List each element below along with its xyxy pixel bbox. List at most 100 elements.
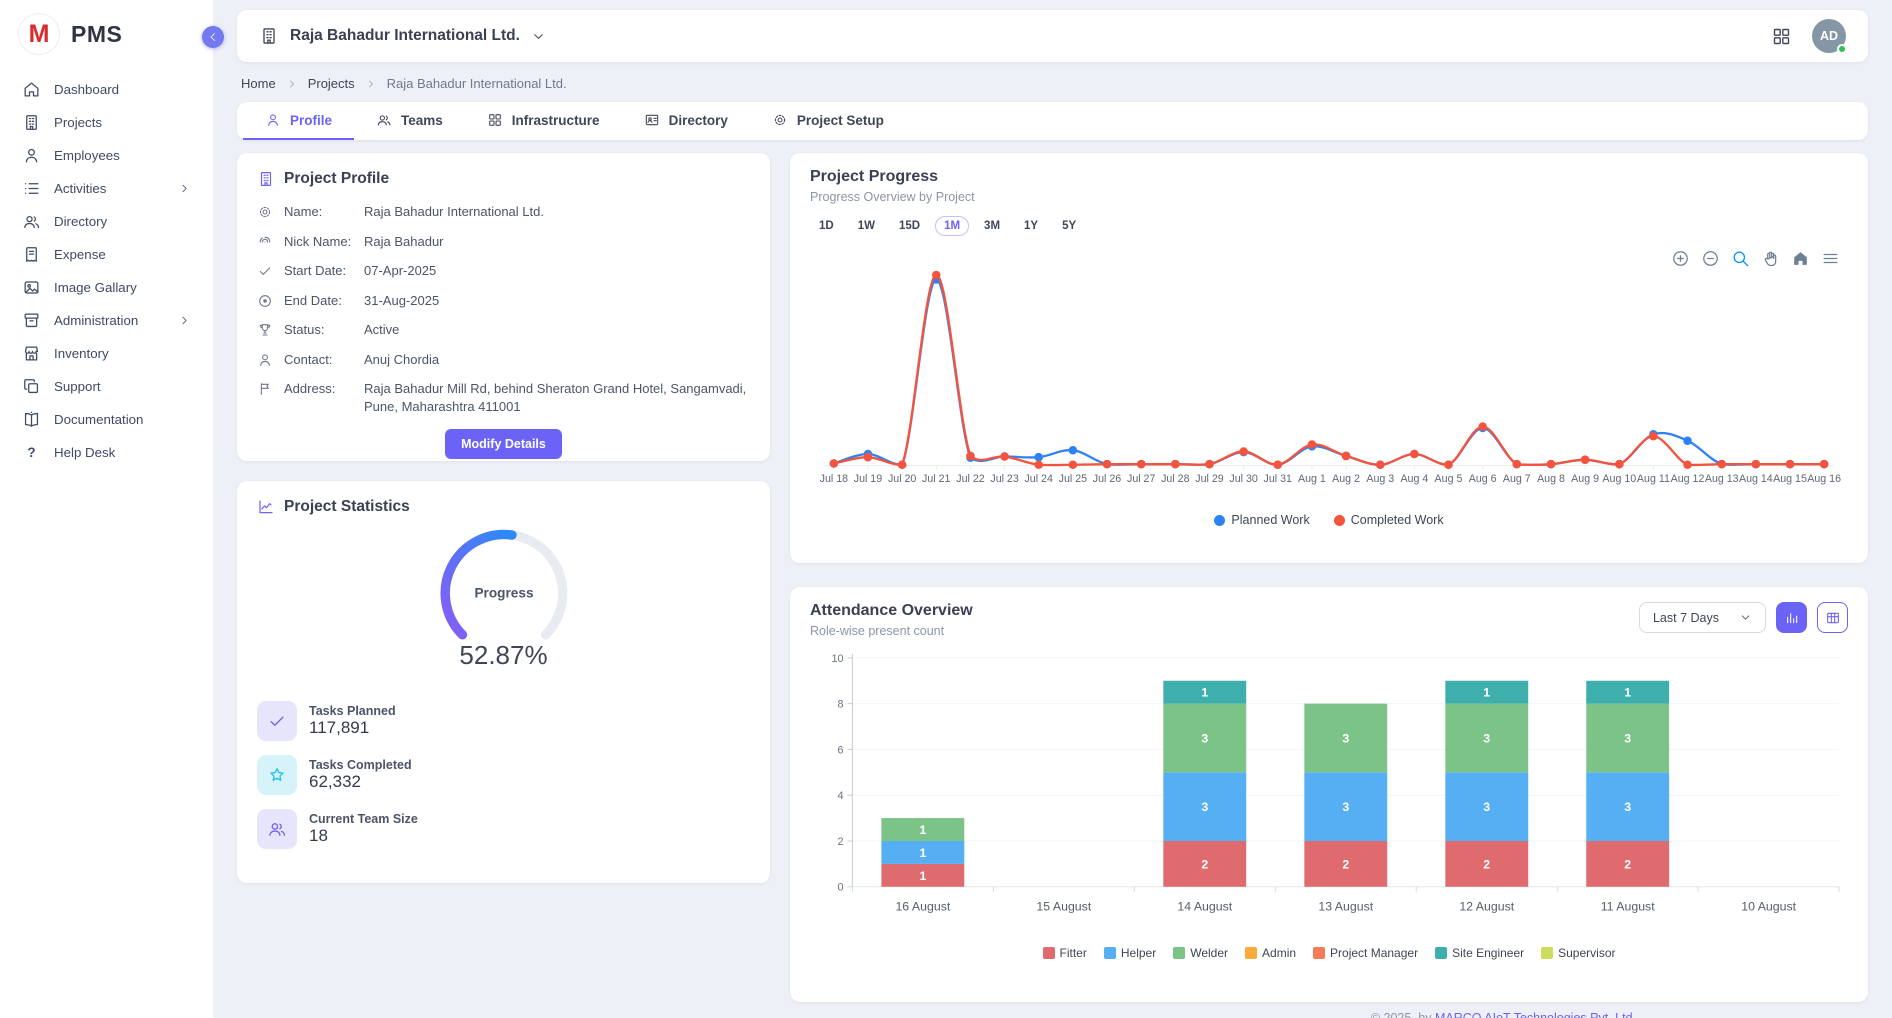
- attendance-title: Attendance Overview: [810, 602, 973, 620]
- legend-item-site-engineer[interactable]: Site Engineer: [1435, 946, 1524, 960]
- range-3m[interactable]: 3M: [975, 216, 1009, 236]
- range-1y[interactable]: 1Y: [1015, 216, 1047, 236]
- progress-gauge-wrap: Progress 52.87%: [257, 524, 750, 671]
- logo-icon: M: [18, 13, 60, 55]
- chevron-left-icon: [207, 31, 219, 43]
- home-solid-icon[interactable]: [1791, 249, 1810, 268]
- svg-text:Jul 23: Jul 23: [990, 473, 1018, 485]
- legend-item-fitter[interactable]: Fitter: [1043, 946, 1087, 960]
- range-1w[interactable]: 1W: [849, 216, 884, 236]
- range-1m[interactable]: 1M: [935, 216, 969, 236]
- company-selector[interactable]: Raja Bahadur International Ltd.: [259, 26, 546, 46]
- svg-text:8: 8: [837, 699, 843, 711]
- breadcrumb-item: Raja Bahadur International Ltd.: [387, 76, 567, 91]
- profile-card-title: Project Profile: [257, 170, 750, 188]
- sidebar-item-label: Employees: [54, 148, 120, 163]
- svg-text:16 August: 16 August: [895, 899, 950, 913]
- svg-text:Aug 2: Aug 2: [1332, 473, 1360, 485]
- range-15d[interactable]: 15D: [890, 216, 929, 236]
- sidebar-item-help-desk[interactable]: ?Help Desk: [0, 436, 213, 469]
- gear-icon: [257, 204, 273, 220]
- building-icon: [22, 113, 41, 132]
- period-dropdown[interactable]: Last 7 Days: [1639, 602, 1766, 633]
- fingerprint-icon: [257, 234, 273, 250]
- sidebar-item-expense[interactable]: Expense: [0, 238, 213, 271]
- field-label: End Date:: [284, 292, 364, 310]
- stat-label: Tasks Planned: [309, 704, 396, 718]
- tab-directory[interactable]: Directory: [622, 102, 750, 140]
- table-view-button[interactable]: [1817, 602, 1848, 633]
- range-1d[interactable]: 1D: [810, 216, 843, 236]
- sidebar-item-dashboard[interactable]: Dashboard: [0, 73, 213, 106]
- sidebar-item-label: Administration: [54, 313, 138, 328]
- svg-text:Jul 28: Jul 28: [1161, 473, 1189, 485]
- legend-item-welder[interactable]: Welder: [1173, 946, 1228, 960]
- field-value: Anuj Chordia: [364, 351, 750, 369]
- svg-text:2: 2: [1201, 857, 1208, 871]
- svg-text:Aug 6: Aug 6: [1469, 473, 1497, 485]
- legend-item-completed-work[interactable]: Completed Work: [1334, 513, 1444, 527]
- breadcrumb-item[interactable]: Projects: [308, 76, 355, 91]
- svg-text:2: 2: [1483, 857, 1490, 871]
- sidebar-item-administration[interactable]: Administration: [0, 304, 213, 337]
- project-progress-card: Project Progress Progress Overview by Pr…: [790, 153, 1868, 563]
- range-5y[interactable]: 5Y: [1053, 216, 1085, 236]
- sidebar-item-directory[interactable]: Directory: [0, 205, 213, 238]
- flag-icon: [257, 381, 273, 397]
- stat-value: 62,332: [309, 772, 361, 791]
- field-label: Address:: [284, 380, 364, 398]
- svg-text:Progress: Progress: [474, 585, 533, 600]
- tab-label: Directory: [669, 113, 728, 128]
- sidebar-item-documentation[interactable]: Documentation: [0, 403, 213, 436]
- svg-text:Jul 22: Jul 22: [956, 473, 984, 485]
- modify-details-button[interactable]: Modify Details: [445, 429, 562, 459]
- svg-text:3: 3: [1483, 731, 1490, 745]
- legend-item-admin[interactable]: Admin: [1245, 946, 1296, 960]
- person-icon: [22, 146, 41, 165]
- sidebar-item-support[interactable]: Support: [0, 370, 213, 403]
- project-profile-card: Project Profile Name:Raja Bahadur Intern…: [237, 153, 770, 461]
- star-icon: [257, 755, 297, 795]
- zoom-out-icon[interactable]: [1701, 249, 1720, 268]
- app-logo[interactable]: M PMS: [0, 0, 213, 65]
- tab-profile[interactable]: Profile: [243, 102, 354, 140]
- legend-item-helper[interactable]: Helper: [1104, 946, 1156, 960]
- legend-item-supervisor[interactable]: Supervisor: [1541, 946, 1615, 960]
- chart-toolbar: [1671, 249, 1840, 268]
- apps-grid-icon[interactable]: [1771, 26, 1792, 47]
- sidebar-item-inventory[interactable]: Inventory: [0, 337, 213, 370]
- footer-company-link[interactable]: MARCO AIoT Technologies Pvt. Ltd.: [1435, 1011, 1636, 1018]
- sidebar-item-image-gallary[interactable]: Image Gallary: [0, 271, 213, 304]
- sidebar-item-label: Help Desk: [54, 445, 115, 460]
- hand-icon[interactable]: [1761, 249, 1780, 268]
- progress-chart-legend: Planned Work Completed Work: [810, 513, 1848, 527]
- sidebar-item-label: Projects: [54, 115, 102, 130]
- home-icon: [22, 80, 41, 99]
- tab-project-setup[interactable]: Project Setup: [750, 102, 906, 140]
- store-icon: [22, 344, 41, 363]
- magnifier-icon[interactable]: [1731, 249, 1750, 268]
- image-icon: [22, 278, 41, 297]
- menu-icon[interactable]: [1821, 249, 1840, 268]
- tab-infrastructure[interactable]: Infrastructure: [465, 102, 622, 140]
- svg-text:3: 3: [1483, 800, 1490, 814]
- user-avatar[interactable]: AD: [1812, 19, 1846, 53]
- tab-teams[interactable]: Teams: [354, 102, 465, 140]
- sidebar-item-employees[interactable]: Employees: [0, 139, 213, 172]
- footer: © 2025, by MARCO AIoT Technologies Pvt. …: [790, 1011, 1868, 1018]
- sidebar-item-activities[interactable]: Activities: [0, 172, 213, 205]
- zoom-in-icon[interactable]: [1671, 249, 1690, 268]
- legend-item-project-manager[interactable]: Project Manager: [1313, 946, 1418, 960]
- sidebar-item-projects[interactable]: Projects: [0, 106, 213, 139]
- attendance-overview-card: Attendance Overview Role-wise present co…: [790, 587, 1868, 1002]
- building-icon: [259, 26, 279, 46]
- svg-text:Jul 31: Jul 31: [1264, 473, 1292, 485]
- breadcrumb: Home Projects Raja Bahadur International L…: [241, 76, 1864, 91]
- bar-view-button[interactable]: [1776, 602, 1807, 633]
- svg-text:12 August: 12 August: [1459, 899, 1514, 913]
- svg-text:6: 6: [837, 744, 843, 756]
- field-label: Contact:: [284, 351, 364, 369]
- breadcrumb-item[interactable]: Home: [241, 76, 276, 91]
- legend-item-planned-work[interactable]: Planned Work: [1214, 513, 1309, 527]
- sidebar-collapse-button[interactable]: [202, 26, 224, 48]
